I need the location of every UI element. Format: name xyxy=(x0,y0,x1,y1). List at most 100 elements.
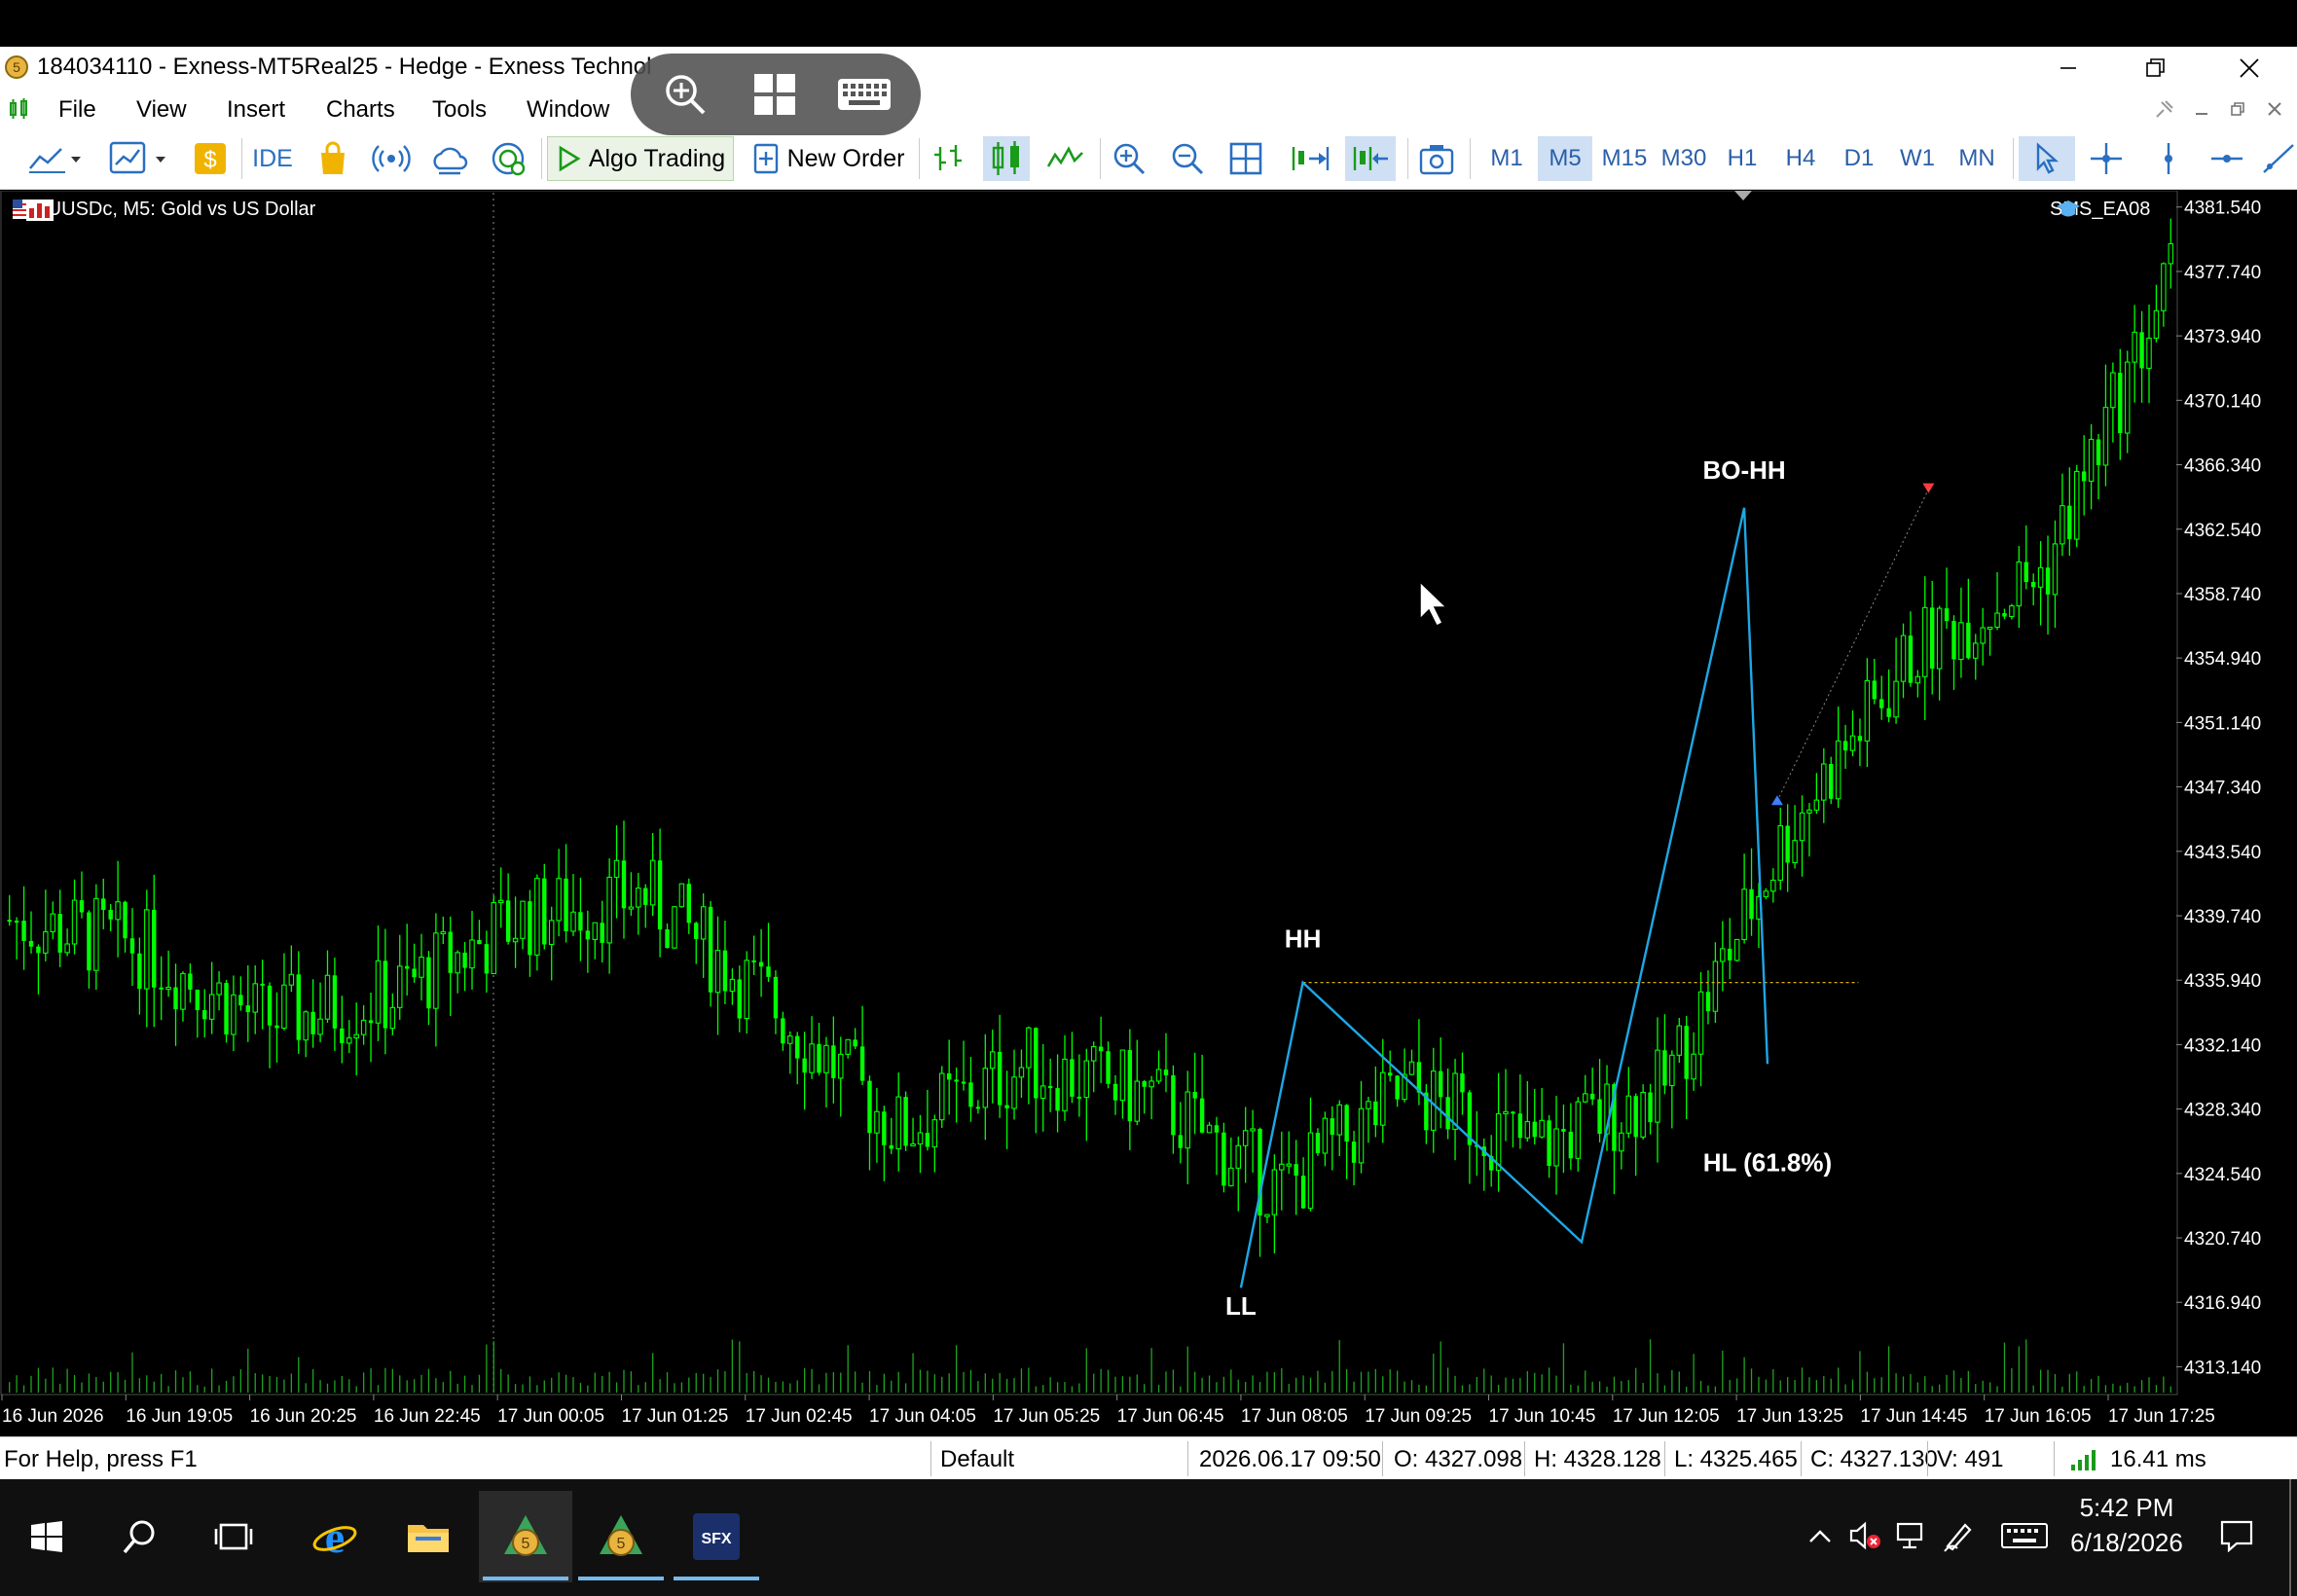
trend-line-tool-icon[interactable] xyxy=(2260,136,2295,181)
vps-cloud-icon[interactable] xyxy=(428,136,471,181)
candle-bull xyxy=(1155,1069,1162,1082)
candle-bear xyxy=(1221,1132,1226,1186)
timeframe-m1[interactable]: M1 xyxy=(1479,136,1534,181)
timeframe-m30[interactable]: M30 xyxy=(1655,136,1713,181)
timeframe-m5[interactable]: M5 xyxy=(1538,136,1592,181)
indicators-dropdown-icon[interactable] xyxy=(103,136,175,181)
line-chart-icon[interactable] xyxy=(1043,136,1086,181)
expert-advisor-label[interactable]: SMS_EA08 xyxy=(2050,199,2150,221)
taskbar-internet-explorer[interactable]: e xyxy=(288,1491,382,1582)
candle-bull xyxy=(346,1037,352,1044)
connection-signal-icon[interactable] xyxy=(2069,1447,2102,1472)
algo-trading-button[interactable]: Algo Trading xyxy=(547,136,734,181)
menu-tools[interactable]: Tools xyxy=(432,96,487,124)
candle-bull xyxy=(1770,879,1776,892)
annotation-label: LL xyxy=(1225,1291,1257,1321)
candle-bear xyxy=(152,909,157,988)
mdi-minimize-button[interactable] xyxy=(2190,97,2213,121)
taskbar-metatrader-5-active[interactable]: 5 xyxy=(479,1491,572,1582)
one-click-trading-icon[interactable] xyxy=(25,199,55,222)
pen-ink-icon[interactable] xyxy=(1941,1516,1976,1555)
y-axis-label: 4343.540 xyxy=(2184,843,2261,863)
mdi-close-button[interactable] xyxy=(2263,97,2286,121)
chart-canvas[interactable]: LL HH BO-HH HL (61.8%) 4381.540 4377.740 4373.… xyxy=(0,191,2297,1436)
taskbar-clock-time[interactable]: 5:42 PM xyxy=(2073,1493,2180,1523)
candlestick-chart-icon[interactable] xyxy=(983,136,1030,181)
new-order-button[interactable]: New Order xyxy=(747,136,909,181)
menu-insert[interactable]: Insert xyxy=(227,96,285,124)
taskbar-file-explorer[interactable] xyxy=(382,1491,475,1582)
trading-dollar-icon[interactable]: $ xyxy=(191,136,230,181)
task-view-button[interactable] xyxy=(187,1491,280,1582)
y-axis-label: 4339.740 xyxy=(2184,907,2261,927)
line-chart-dropdown-icon[interactable] xyxy=(21,136,90,181)
signals-icon[interactable] xyxy=(372,136,411,181)
restore-button[interactable] xyxy=(2112,47,2200,90)
search-button[interactable] xyxy=(93,1491,187,1582)
menu-window[interactable]: Window xyxy=(527,96,609,124)
candle-bull xyxy=(2037,566,2044,588)
timeframe-m15[interactable]: M15 xyxy=(1596,136,1653,181)
zoom-in-icon[interactable] xyxy=(1110,136,1148,181)
keyboard-icon[interactable] xyxy=(833,69,895,120)
timeframe-h4[interactable]: H4 xyxy=(1773,136,1828,181)
mdi-restore-button[interactable] xyxy=(2226,97,2249,121)
candle-bear xyxy=(1438,1070,1443,1098)
price-chart[interactable]: LL HH BO-HH HL (61.8%) 4381.540 4377.740 4373.… xyxy=(0,191,2297,1436)
start-button[interactable] xyxy=(0,1491,93,1582)
action-center-icon[interactable] xyxy=(2213,1516,2260,1555)
community-icon[interactable] xyxy=(487,136,529,181)
timeframe-w1[interactable]: W1 xyxy=(1890,136,1945,181)
chart-window-icon[interactable] xyxy=(8,97,31,126)
touch-keyboard-icon[interactable] xyxy=(1997,1516,2052,1555)
profile-name[interactable]: Default xyxy=(940,1446,1014,1473)
close-button[interactable] xyxy=(2206,47,2293,90)
cursor-tool-icon[interactable] xyxy=(2019,136,2075,181)
y-axis-label: 4373.940 xyxy=(2184,327,2261,347)
candle-bear xyxy=(1749,889,1754,920)
detach-icon[interactable] xyxy=(2153,97,2176,121)
bar-chart-icon[interactable] xyxy=(929,136,967,181)
chart-symbol-info: XAUUSDc, M5: Gold vs US Dollar xyxy=(21,199,316,220)
menu-view[interactable]: View xyxy=(136,96,187,124)
taskbar-sfx-app[interactable]: SFX xyxy=(670,1491,763,1582)
vertical-line-tool-icon[interactable] xyxy=(2149,136,2188,181)
zoom-out-icon[interactable] xyxy=(1168,136,1207,181)
screenshot-camera-icon[interactable] xyxy=(1415,136,1458,181)
market-bag-icon[interactable] xyxy=(313,136,352,181)
candle-bull xyxy=(1821,763,1827,801)
candle-bull xyxy=(324,974,331,1020)
tile-windows-icon[interactable] xyxy=(1226,136,1265,181)
chart-shift-icon[interactable] xyxy=(1345,136,1396,181)
high-price: H: 4328.128 xyxy=(1534,1446,1661,1472)
show-hidden-icons-chevron-icon[interactable] xyxy=(1803,1516,1838,1555)
network-icon[interactable] xyxy=(1894,1516,1929,1555)
windows-grid-icon[interactable] xyxy=(749,69,800,120)
candle-bull xyxy=(469,939,475,969)
candle-bear xyxy=(412,968,417,978)
candle-bear xyxy=(21,921,26,941)
candle-bear xyxy=(2024,562,2028,583)
menu-file[interactable]: File xyxy=(58,96,96,124)
x-axis-label: 17 Jun 08:05 xyxy=(1241,1406,1348,1427)
speaker-muted-icon[interactable] xyxy=(1847,1516,1882,1555)
horizontal-line-tool-icon[interactable] xyxy=(2207,136,2246,181)
candle-bear xyxy=(129,938,135,954)
timeframe-h1[interactable]: H1 xyxy=(1715,136,1769,181)
candle-bull xyxy=(1849,735,1856,751)
taskbar-metatrader-5-second[interactable]: 5 xyxy=(574,1491,668,1582)
crosshair-tool-icon[interactable] xyxy=(2085,136,2128,181)
timeframe-mn[interactable]: MN xyxy=(1949,136,2005,181)
taskbar-clock-date[interactable]: 6/18/2026 xyxy=(2063,1528,2190,1558)
menu-charts[interactable]: Charts xyxy=(326,96,395,124)
candle-bull xyxy=(982,1068,989,1108)
show-desktop-button[interactable] xyxy=(2289,1479,2291,1596)
auto-scroll-icon[interactable] xyxy=(1287,136,1331,181)
minimize-button[interactable] xyxy=(2024,47,2112,90)
zoom-magnifier-icon[interactable] xyxy=(660,69,711,120)
candle-bull xyxy=(931,1119,938,1147)
timeframe-d1[interactable]: D1 xyxy=(1832,136,1886,181)
candle-bear xyxy=(766,966,771,977)
y-axis-label: 4324.540 xyxy=(2184,1165,2261,1185)
ide-button[interactable]: IDE xyxy=(251,136,294,181)
